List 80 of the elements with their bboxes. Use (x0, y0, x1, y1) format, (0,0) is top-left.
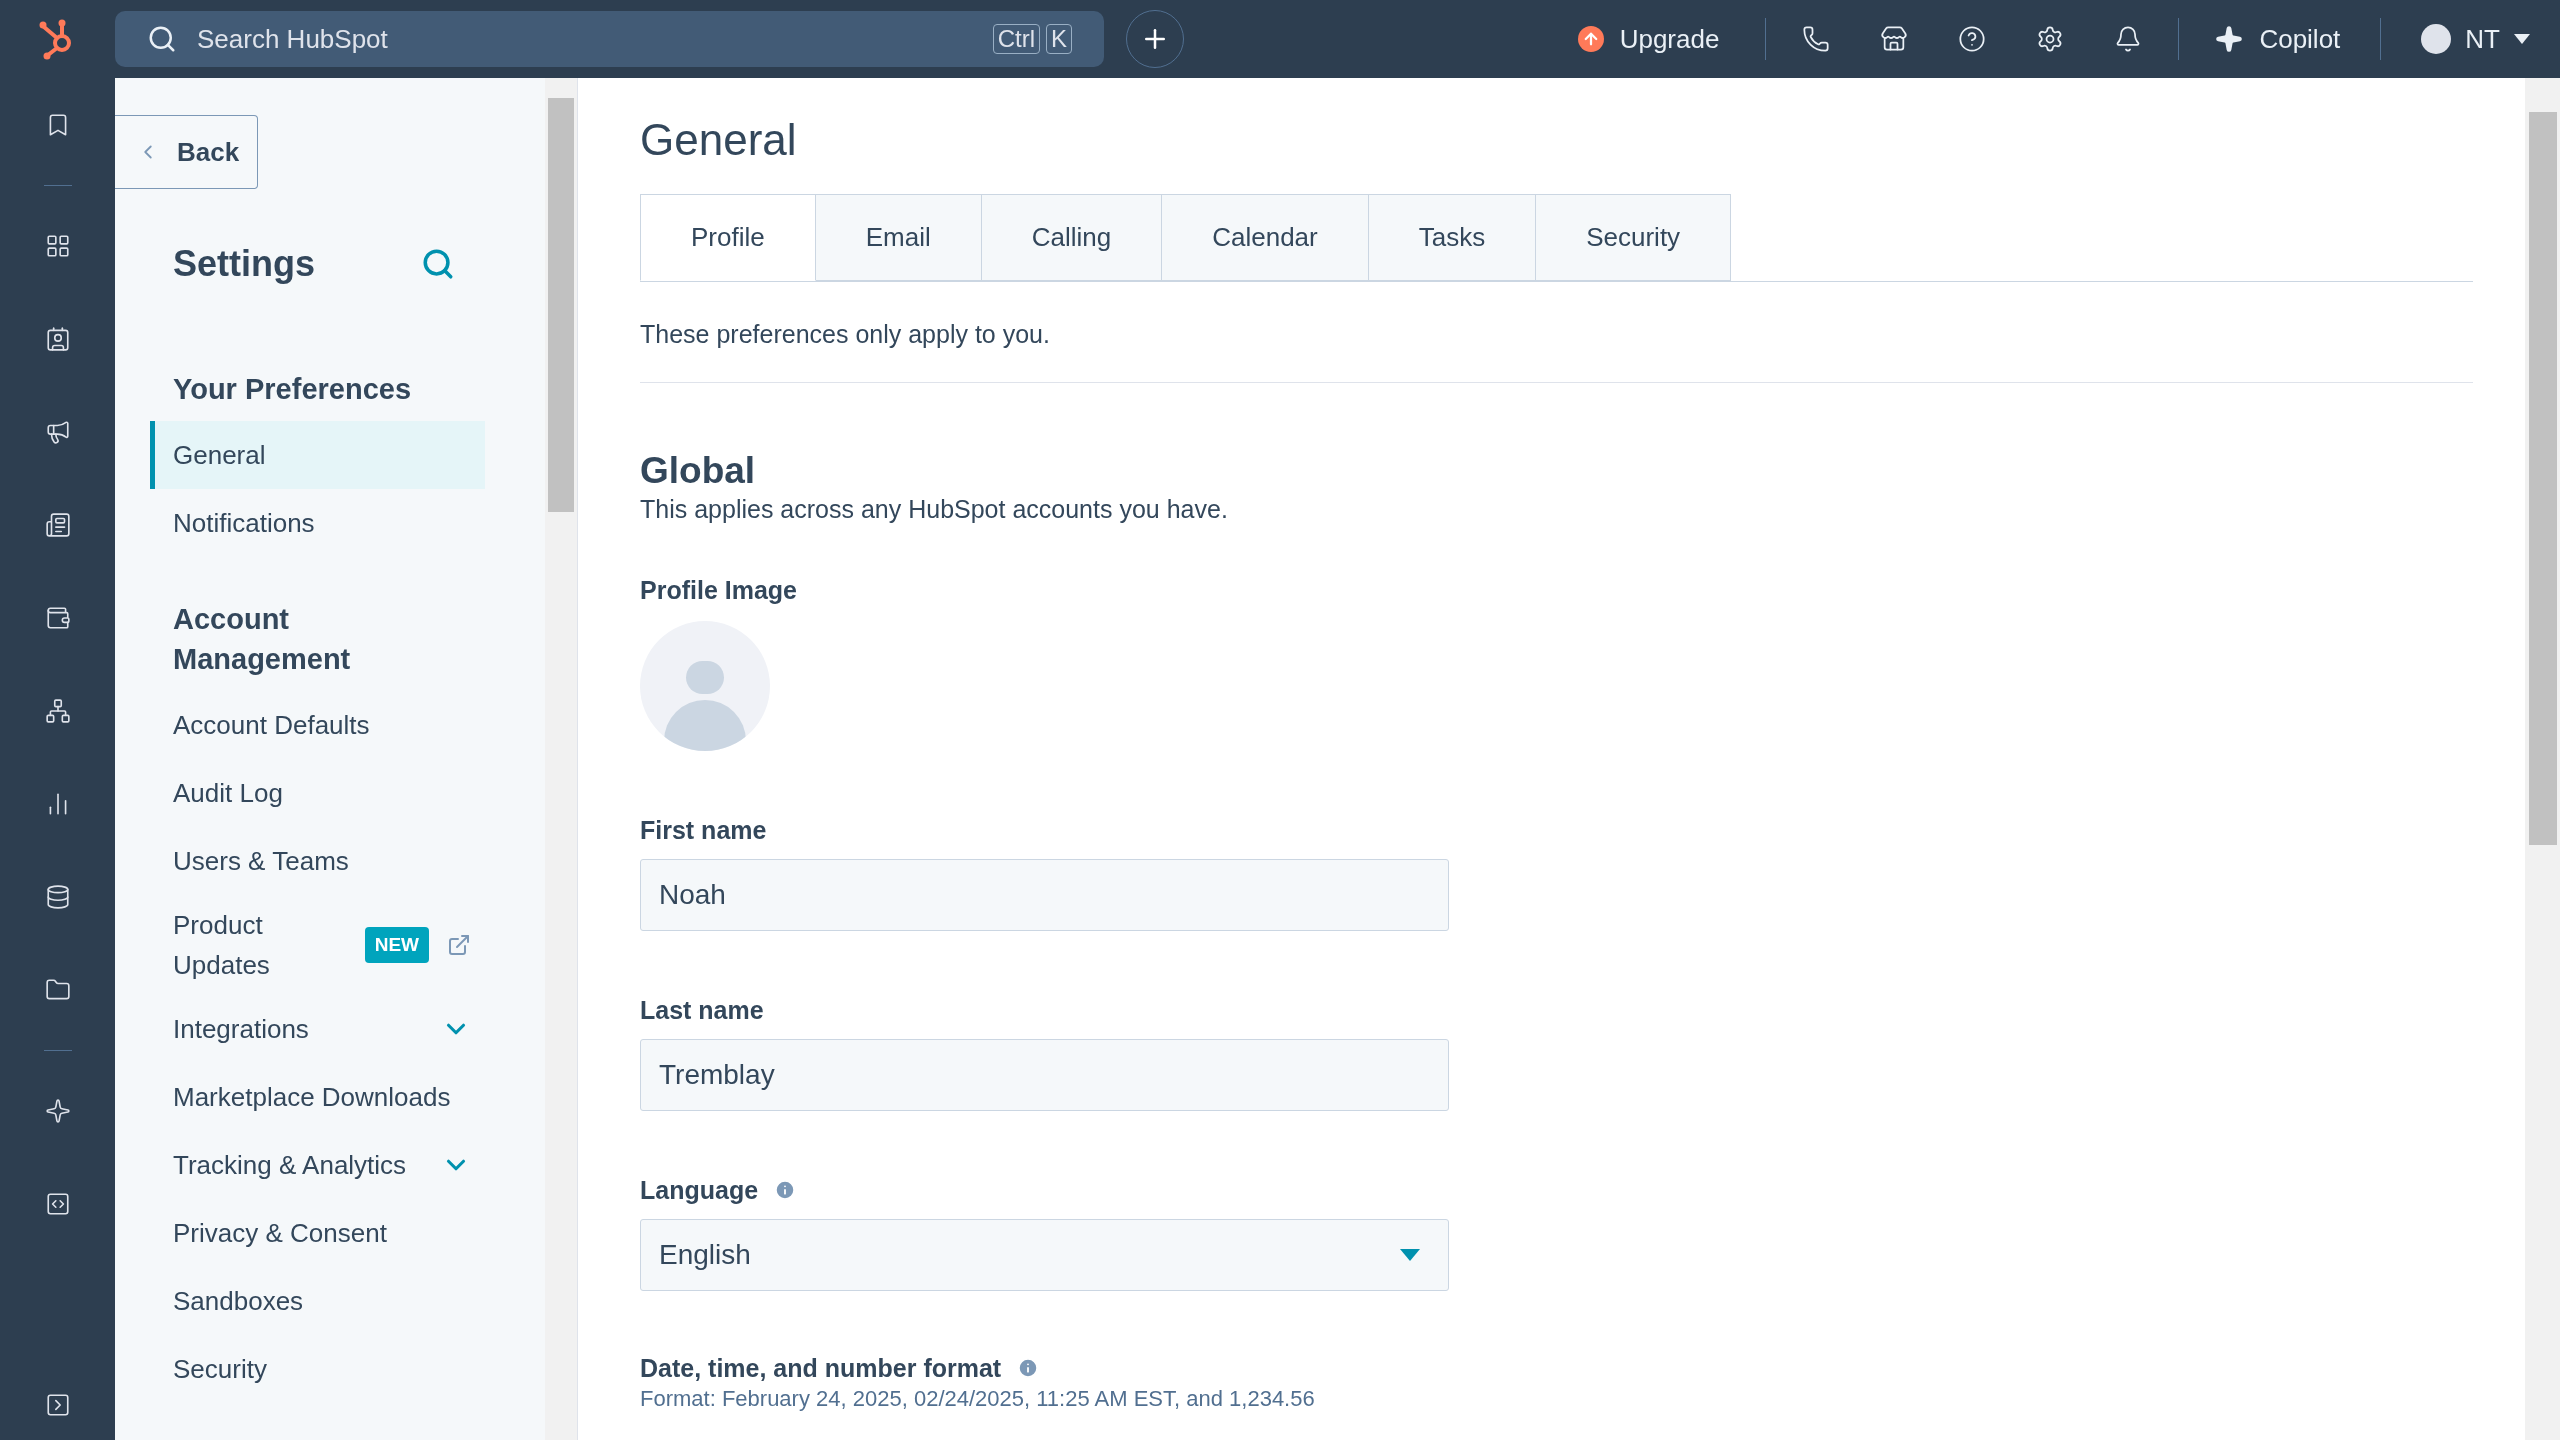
sidebar-item[interactable]: Product Updates NEW (150, 895, 485, 995)
shortcut-key: K (1046, 24, 1072, 54)
section-heading: Your Preferences (172, 372, 413, 407)
field-label: Language (640, 1175, 759, 1205)
page-title: General (640, 114, 798, 166)
field-label: Date, time, and number format (640, 1353, 1002, 1383)
sidebar-item-label: Sandboxes (173, 1284, 305, 1318)
caret-icon (1400, 1249, 1420, 1261)
sidebar-item-label: Privacy & Consent (173, 1216, 388, 1250)
help-icon[interactable] (1958, 25, 1987, 53)
page-scrollbar[interactable] (2525, 78, 2560, 1440)
sidebar-item[interactable]: Marketplace Downloads (150, 1063, 485, 1131)
sidebar-item[interactable]: Sandboxes (150, 1267, 485, 1335)
search-input[interactable]: Search HubSpot (197, 19, 973, 59)
sidebar-item[interactable]: Tracking & Analytics (150, 1131, 485, 1199)
settings-title: Settings (173, 242, 315, 286)
expand-icon[interactable] (44, 1392, 71, 1418)
text-field[interactable]: Noah (640, 859, 1449, 931)
field-label: Profile Image (640, 575, 798, 605)
sidebar-item[interactable]: Notifications (150, 489, 485, 557)
upgrade-button[interactable]: Upgrade (1567, 19, 1730, 59)
network-icon[interactable] (44, 698, 71, 724)
preferences-note: These preferences only apply to you. (640, 319, 1051, 350)
avatar-icon (2421, 24, 2452, 54)
sidebar-item[interactable]: General (150, 421, 485, 489)
sidebar-scrollbar[interactable] (545, 78, 578, 1440)
sidebar-item[interactable]: Account Defaults (150, 691, 485, 759)
search-field[interactable]: Search HubSpot Ctrl K (115, 11, 1104, 67)
code-icon[interactable] (44, 1191, 71, 1217)
tab[interactable]: Profile (640, 194, 816, 281)
sidebar-item[interactable]: Integrations (150, 995, 485, 1063)
select-field[interactable]: English (640, 1219, 1449, 1291)
sidebar-item[interactable]: Users & Teams (150, 827, 485, 895)
shortcut-key: Ctrl (992, 24, 1040, 54)
upgrade-icon (1577, 26, 1604, 52)
caret-icon (2514, 34, 2530, 44)
sidebar-item-label: Marketplace Downloads (173, 1080, 452, 1114)
megaphone-icon[interactable] (44, 419, 71, 445)
sparkle-icon (2215, 25, 2244, 53)
sidebar-item-label: Account Defaults (173, 708, 371, 742)
newspaper-icon[interactable] (44, 512, 71, 538)
field-label: First name (640, 815, 767, 845)
sidebar-item-label: Security (173, 1352, 268, 1386)
sidebar-item-label: Product Updates (173, 909, 271, 982)
sidebar-item-label: Integrations (173, 1012, 310, 1046)
search-icon[interactable] (421, 247, 455, 281)
tab[interactable]: Calendar (1162, 194, 1369, 281)
sparkle-icon[interactable] (44, 1098, 71, 1124)
search-icon (147, 24, 177, 54)
sidebar-item-label: General (173, 438, 267, 472)
sidebar-item-label: Notifications (173, 506, 316, 540)
copilot-button[interactable]: Copilot (2215, 19, 2341, 59)
text-field[interactable]: Tremblay (640, 1039, 1449, 1111)
tab[interactable]: Security (1536, 194, 1732, 281)
sidebar-item[interactable]: Security (150, 1335, 485, 1403)
section-heading: Account Management (172, 602, 352, 677)
sidebar-item-label: Users & Teams (173, 844, 350, 878)
back-button[interactable]: Back (115, 115, 258, 189)
info-icon[interactable] (1017, 1357, 1040, 1379)
account-menu[interactable]: NT (2421, 19, 2530, 59)
tab[interactable]: Calling (981, 194, 1163, 281)
wallet-icon[interactable] (44, 605, 71, 631)
grid-icon[interactable] (44, 233, 71, 259)
sidebar-item[interactable]: Audit Log (150, 759, 485, 827)
section-description: This applies across any HubSpot accounts you have. (640, 494, 1229, 525)
info-icon[interactable] (774, 1179, 797, 1201)
new-badge: NEW (364, 926, 429, 964)
phone-icon[interactable] (1802, 25, 1831, 53)
sidebar-item-label: Tracking & Analytics (173, 1148, 408, 1182)
external-link-icon[interactable] (447, 933, 471, 957)
section-heading: Global (640, 449, 757, 493)
store-icon[interactable] (1880, 25, 1909, 53)
format-preview: Format: February 24, 2025, 02/24/2025, 11:25 AM EST, and 1,234.56 (640, 1385, 1316, 1413)
sidebar-item[interactable]: Privacy & Consent (150, 1199, 485, 1267)
tab[interactable]: Tasks (1368, 194, 1537, 281)
contact-card-icon[interactable] (44, 326, 71, 352)
database-icon[interactable] (44, 884, 71, 910)
sidebar-item-label: Audit Log (173, 776, 284, 810)
tab[interactable]: Email (815, 194, 982, 281)
field-label: Last name (640, 995, 764, 1025)
